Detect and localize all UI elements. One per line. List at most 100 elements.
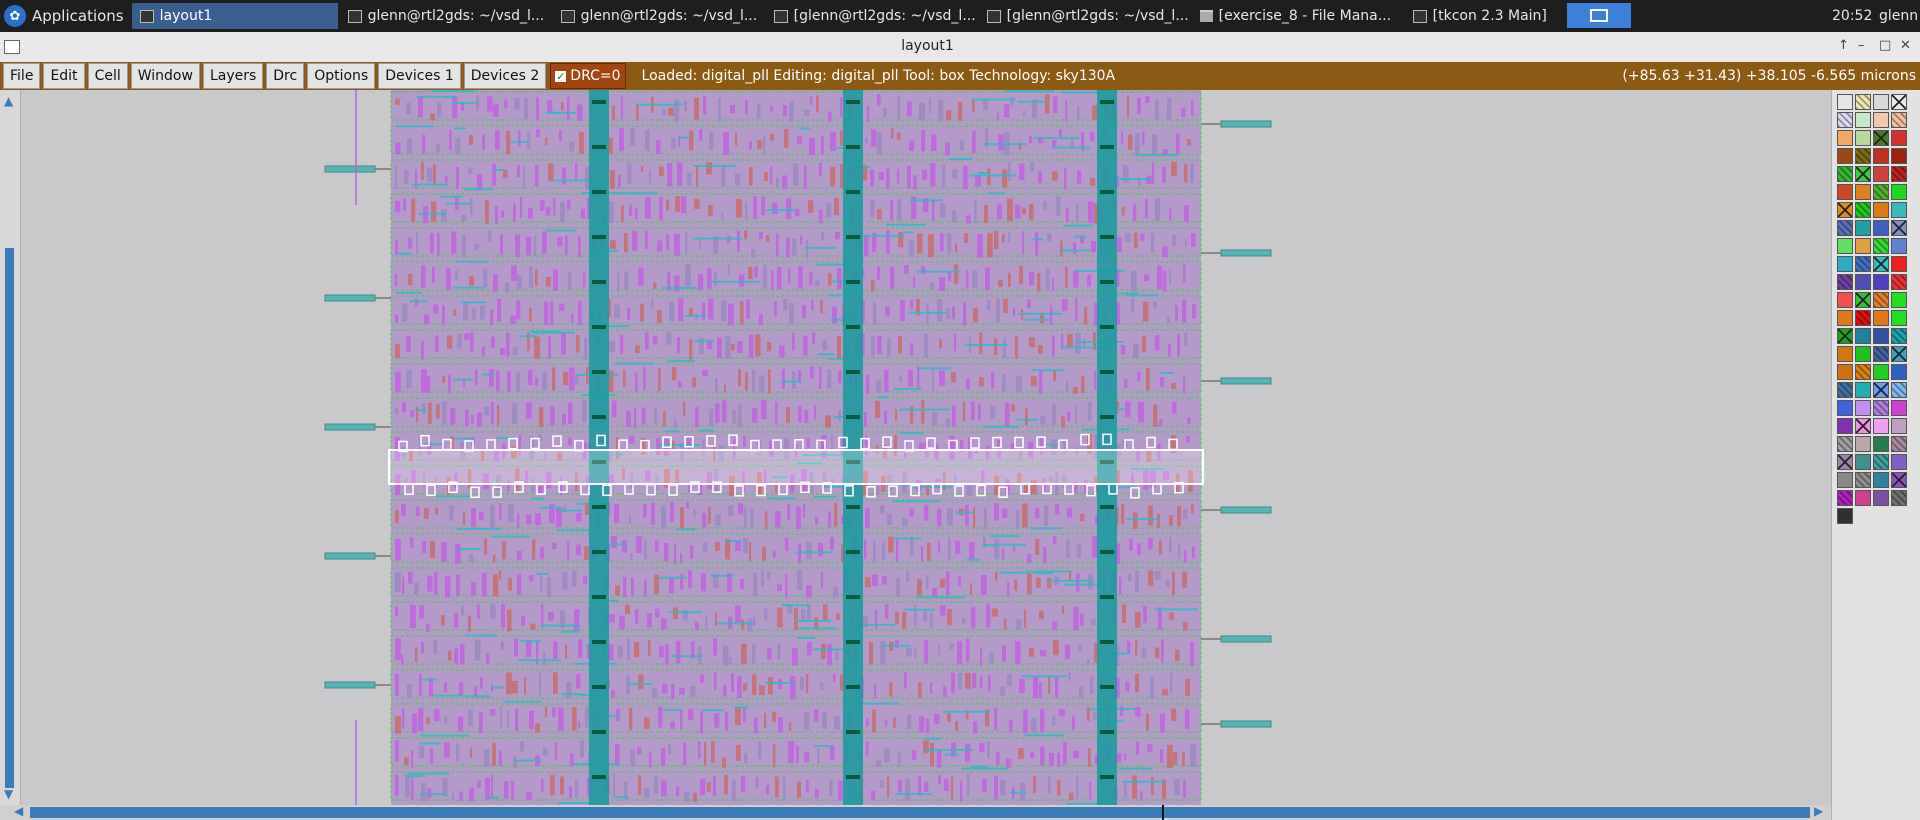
layer-swatch[interactable] bbox=[1855, 256, 1871, 272]
taskbar-item[interactable]: glenn@rtl2gds: ~/vsd_l... bbox=[340, 3, 551, 29]
layer-swatch[interactable] bbox=[1873, 400, 1889, 416]
layer-swatch[interactable] bbox=[1891, 328, 1907, 344]
user-menu[interactable]: glenn bbox=[1879, 0, 1918, 32]
layer-swatch[interactable] bbox=[1855, 166, 1871, 182]
layer-swatch[interactable] bbox=[1855, 346, 1871, 362]
layer-swatch[interactable] bbox=[1837, 508, 1853, 524]
layer-swatch[interactable] bbox=[1855, 112, 1871, 128]
layer-swatch[interactable] bbox=[1855, 274, 1871, 290]
layer-swatch[interactable] bbox=[1855, 130, 1871, 146]
layer-swatch[interactable] bbox=[1891, 220, 1907, 236]
layer-swatch[interactable] bbox=[1855, 490, 1871, 506]
taskbar-item[interactable]: [exercise_8 - File Mana... bbox=[1192, 3, 1403, 29]
layer-swatch[interactable] bbox=[1891, 490, 1907, 506]
taskbar-item[interactable]: [glenn@rtl2gds: ~/vsd_l... bbox=[766, 3, 977, 29]
layer-swatch[interactable] bbox=[1837, 310, 1853, 326]
layer-swatch[interactable] bbox=[1891, 310, 1907, 326]
layer-swatch[interactable] bbox=[1891, 436, 1907, 452]
layer-swatch[interactable] bbox=[1891, 454, 1907, 470]
layer-swatch[interactable] bbox=[1873, 184, 1889, 200]
layer-swatch[interactable] bbox=[1873, 346, 1889, 362]
menu-devices-1[interactable]: Devices 1 bbox=[378, 63, 461, 89]
layer-swatch[interactable] bbox=[1855, 202, 1871, 218]
scroll-down-arrow-icon[interactable]: ▼ bbox=[4, 787, 13, 801]
layer-swatch[interactable] bbox=[1837, 166, 1853, 182]
layer-swatch[interactable] bbox=[1891, 202, 1907, 218]
menu-options[interactable]: Options bbox=[307, 63, 376, 89]
layer-swatch[interactable] bbox=[1855, 400, 1871, 416]
layer-swatch[interactable] bbox=[1837, 436, 1853, 452]
horizontal-scroll-thumb[interactable] bbox=[30, 807, 1810, 818]
layer-swatch[interactable] bbox=[1837, 364, 1853, 380]
layer-swatch[interactable] bbox=[1855, 310, 1871, 326]
layer-swatch[interactable] bbox=[1891, 346, 1907, 362]
layer-swatch[interactable] bbox=[1837, 94, 1853, 110]
layer-swatch[interactable] bbox=[1891, 292, 1907, 308]
layer-swatch[interactable] bbox=[1855, 148, 1871, 164]
layer-swatch[interactable] bbox=[1891, 274, 1907, 290]
layer-swatch[interactable] bbox=[1891, 130, 1907, 146]
layer-swatch[interactable] bbox=[1891, 418, 1907, 434]
layer-swatch[interactable] bbox=[1873, 112, 1889, 128]
taskbar-item[interactable]: glenn@rtl2gds: ~/vsd_l... bbox=[553, 3, 764, 29]
window-titlebar[interactable]: layout1 ↑ – □ ✕ bbox=[0, 32, 1920, 63]
layer-swatch[interactable] bbox=[1855, 436, 1871, 452]
show-desktop-button[interactable] bbox=[1567, 3, 1631, 28]
layer-swatch[interactable] bbox=[1873, 490, 1889, 506]
scroll-right-arrow-icon[interactable]: ▶ bbox=[1814, 804, 1823, 818]
layer-swatch[interactable] bbox=[1855, 184, 1871, 200]
layer-swatch[interactable] bbox=[1837, 184, 1853, 200]
menu-file[interactable]: File bbox=[3, 63, 41, 89]
layer-swatch[interactable] bbox=[1837, 130, 1853, 146]
layer-swatch[interactable] bbox=[1855, 328, 1871, 344]
layer-swatch[interactable] bbox=[1873, 328, 1889, 344]
menu-window[interactable]: Window bbox=[130, 63, 200, 89]
layer-swatch[interactable] bbox=[1873, 436, 1889, 452]
layer-swatch[interactable] bbox=[1891, 472, 1907, 488]
taskbar-item[interactable]: [glenn@rtl2gds: ~/vsd_l... bbox=[979, 3, 1190, 29]
layer-swatch[interactable] bbox=[1837, 490, 1853, 506]
layer-swatch[interactable] bbox=[1873, 256, 1889, 272]
layer-swatch[interactable] bbox=[1873, 130, 1889, 146]
layer-swatch[interactable] bbox=[1873, 148, 1889, 164]
layer-swatch[interactable] bbox=[1873, 364, 1889, 380]
layer-swatch[interactable] bbox=[1891, 364, 1907, 380]
layer-swatch[interactable] bbox=[1891, 94, 1907, 110]
layer-swatch[interactable] bbox=[1873, 472, 1889, 488]
layer-swatch[interactable] bbox=[1891, 400, 1907, 416]
layer-swatch[interactable] bbox=[1837, 220, 1853, 236]
layer-swatch[interactable] bbox=[1837, 472, 1853, 488]
layer-swatch[interactable] bbox=[1873, 274, 1889, 290]
layer-swatch[interactable] bbox=[1837, 112, 1853, 128]
layer-swatch[interactable] bbox=[1891, 148, 1907, 164]
layer-swatch[interactable] bbox=[1873, 220, 1889, 236]
layer-swatch[interactable] bbox=[1873, 94, 1889, 110]
layer-swatch[interactable] bbox=[1837, 238, 1853, 254]
layer-swatch[interactable] bbox=[1873, 382, 1889, 398]
layer-swatch[interactable] bbox=[1837, 292, 1853, 308]
layer-swatch[interactable] bbox=[1837, 346, 1853, 362]
scroll-left-arrow-icon[interactable]: ◀ bbox=[14, 804, 23, 818]
layer-swatch[interactable] bbox=[1855, 94, 1871, 110]
layer-swatch[interactable] bbox=[1837, 400, 1853, 416]
menu-layers[interactable]: Layers bbox=[202, 63, 264, 89]
menu-cell[interactable]: Cell bbox=[87, 63, 128, 89]
layer-swatch[interactable] bbox=[1873, 454, 1889, 470]
menu-edit[interactable]: Edit bbox=[43, 63, 85, 89]
layer-swatch[interactable] bbox=[1855, 364, 1871, 380]
clock[interactable]: 20:52 bbox=[1832, 0, 1872, 32]
horizontal-scrollbar[interactable]: ◀ ▶ bbox=[0, 804, 1831, 820]
applications-menu[interactable]: ✿ Applications bbox=[0, 0, 132, 32]
layer-swatch[interactable] bbox=[1873, 418, 1889, 434]
vertical-scroll-thumb[interactable] bbox=[5, 248, 14, 788]
layer-swatch[interactable] bbox=[1891, 112, 1907, 128]
layer-swatch[interactable] bbox=[1855, 454, 1871, 470]
layer-swatch[interactable] bbox=[1873, 310, 1889, 326]
layer-swatch[interactable] bbox=[1891, 166, 1907, 182]
vertical-scrollbar[interactable]: ▲ ▼ bbox=[0, 90, 21, 805]
layer-swatch[interactable] bbox=[1837, 382, 1853, 398]
layer-swatch[interactable] bbox=[1873, 202, 1889, 218]
layer-swatch[interactable] bbox=[1891, 184, 1907, 200]
layer-swatch[interactable] bbox=[1855, 220, 1871, 236]
menu-devices-2[interactable]: Devices 2 bbox=[463, 63, 547, 89]
